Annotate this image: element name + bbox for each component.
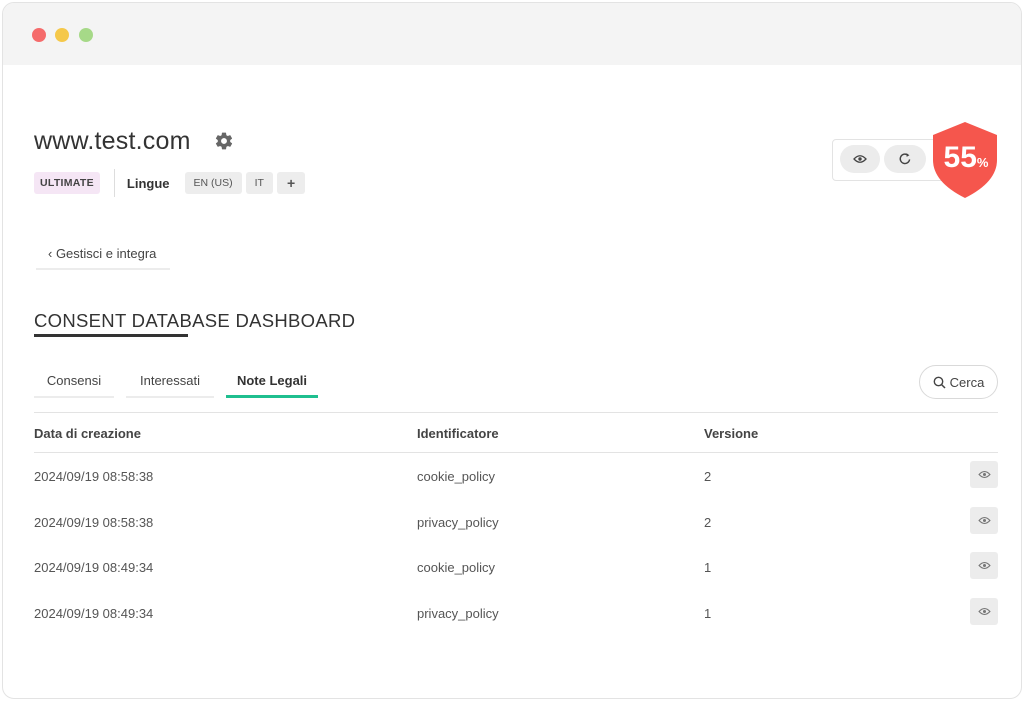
score-value: 55 bbox=[943, 141, 977, 174]
section-title: CONSENT DATABASE DASHBOARD bbox=[34, 310, 356, 331]
dashboard-tabs: Consensi Interessati Note Legali bbox=[34, 370, 330, 398]
column-header-version: Versione bbox=[704, 426, 759, 441]
back-link[interactable]: ‹ Gestisci e integra bbox=[36, 240, 170, 270]
search-icon bbox=[933, 376, 946, 389]
language-chip-en-us[interactable]: EN (US) bbox=[184, 172, 242, 194]
table-header: Data di creazione Identificatore Version… bbox=[34, 412, 998, 453]
table-row: 2024/09/19 08:58:38 cookie_policy 2 bbox=[34, 453, 998, 499]
cell-creation-date: 2024/09/19 08:49:34 bbox=[34, 560, 154, 575]
view-row-button[interactable] bbox=[970, 461, 998, 488]
cell-version: 2 bbox=[704, 514, 712, 530]
preview-button[interactable] bbox=[840, 145, 880, 173]
site-title: www.test.com bbox=[34, 127, 191, 155]
cell-identifier: privacy_policy bbox=[417, 605, 499, 621]
eye-icon bbox=[853, 155, 867, 163]
minimize-window-dot[interactable] bbox=[55, 28, 69, 42]
cell-creation-date: 2024/09/19 08:49:34 bbox=[34, 605, 154, 621]
view-row-button[interactable] bbox=[970, 552, 998, 579]
cell-creation-date: 2024/09/19 08:58:38 bbox=[34, 514, 154, 530]
table-row: 2024/09/19 08:49:34 cookie_policy 1 bbox=[34, 544, 998, 590]
site-meta-row: ULTIMATE Lingue EN (US) IT + bbox=[34, 169, 309, 197]
score-unit: % bbox=[976, 155, 989, 170]
column-header-identifier: Identificatore bbox=[417, 426, 499, 441]
search-button[interactable]: Cerca bbox=[919, 365, 998, 399]
language-chip-it[interactable]: IT bbox=[245, 172, 273, 194]
maximize-window-dot[interactable] bbox=[79, 28, 93, 42]
cell-identifier: cookie_policy bbox=[417, 560, 496, 575]
cell-version: 1 bbox=[704, 560, 712, 575]
eye-icon bbox=[977, 516, 991, 524]
plan-badge: ULTIMATE bbox=[34, 172, 100, 194]
gear-icon[interactable] bbox=[214, 131, 234, 151]
table-row: 2024/09/19 08:49:34 privacy_policy 1 bbox=[34, 590, 998, 636]
close-window-dot[interactable] bbox=[32, 28, 46, 42]
cell-version: 2 bbox=[704, 469, 712, 484]
legal-notes-table: Data di creazione Identificatore Version… bbox=[34, 412, 998, 635]
cell-version: 1 bbox=[704, 605, 712, 621]
cell-creation-date: 2024/09/19 08:58:38 bbox=[34, 469, 154, 484]
languages-label: Lingue bbox=[126, 175, 170, 191]
tab-consensi[interactable]: Consensi bbox=[34, 370, 114, 398]
meta-divider bbox=[113, 169, 115, 197]
privacy-score: 55% bbox=[935, 138, 997, 183]
view-row-button[interactable] bbox=[970, 506, 998, 534]
eye-icon bbox=[977, 607, 991, 615]
window-titlebar bbox=[3, 3, 1021, 65]
section-title-underline bbox=[34, 334, 188, 337]
cell-identifier: privacy_policy bbox=[417, 514, 499, 530]
column-header-creation-date: Data di creazione bbox=[34, 426, 141, 441]
search-label: Cerca bbox=[949, 374, 985, 390]
tab-interessati[interactable]: Interessati bbox=[126, 370, 214, 398]
refresh-icon bbox=[899, 153, 911, 165]
eye-icon bbox=[977, 470, 991, 479]
refresh-button[interactable] bbox=[884, 145, 926, 173]
view-row-button[interactable] bbox=[970, 597, 998, 625]
add-language-button[interactable]: + bbox=[276, 172, 306, 194]
cell-identifier: cookie_policy bbox=[417, 469, 496, 484]
tab-note-legali[interactable]: Note Legali bbox=[226, 370, 318, 398]
eye-icon bbox=[977, 561, 991, 570]
table-row: 2024/09/19 08:58:38 privacy_policy 2 bbox=[34, 499, 998, 545]
